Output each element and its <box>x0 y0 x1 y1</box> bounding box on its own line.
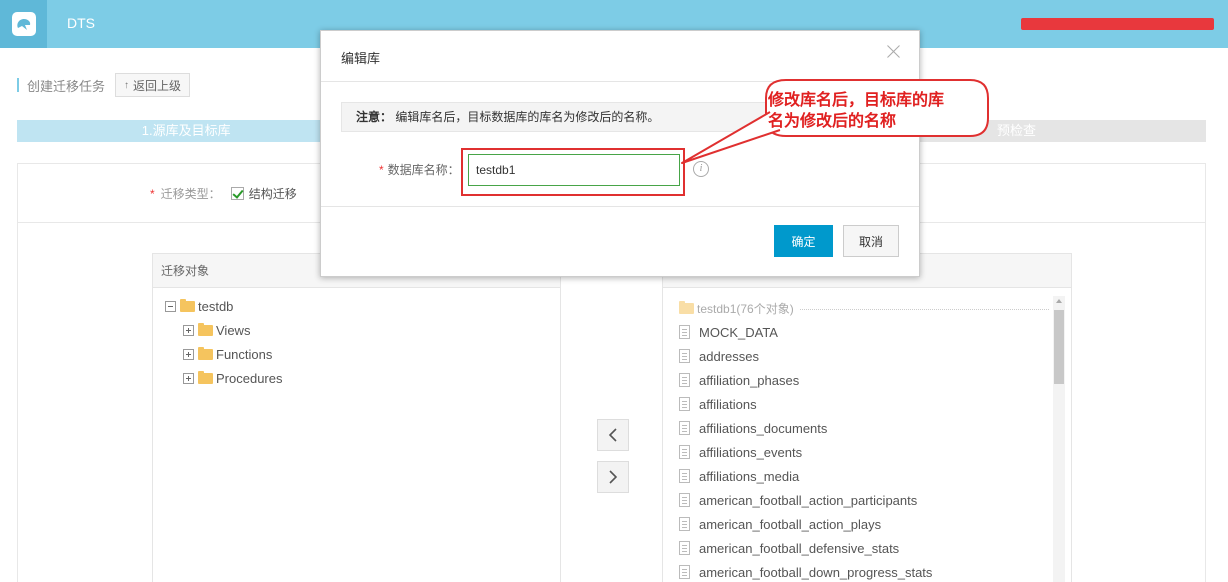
list-item[interactable]: american_football_defensive_stats <box>679 536 1049 560</box>
list-item[interactable]: affiliation_phases <box>679 368 1049 392</box>
tree-node-label: Procedures <box>216 370 283 386</box>
list-item[interactable]: affiliations_media <box>679 464 1049 488</box>
migration-objects-panel: 迁移对象 testdb Views Functions Procedures <box>152 253 561 582</box>
collapse-icon[interactable] <box>165 300 176 312</box>
migration-type-label: 迁移类型： <box>160 187 221 201</box>
table-icon <box>679 517 690 531</box>
folder-icon <box>198 346 213 360</box>
table-icon <box>679 397 690 411</box>
table-icon <box>679 373 690 387</box>
chevron-left-icon <box>608 428 617 442</box>
cancel-button[interactable]: 取消 <box>843 225 899 257</box>
table-icon <box>679 421 690 435</box>
table-icon <box>679 349 690 363</box>
user-account-redacted[interactable] <box>1021 18 1214 30</box>
move-left-button[interactable] <box>597 419 629 451</box>
folder-icon <box>198 322 213 336</box>
title-accent-bar <box>17 78 19 92</box>
notice-text: 编辑库名后，目标数据库的库名为修改后的名称。 <box>395 110 660 124</box>
expand-icon[interactable] <box>183 372 194 384</box>
up-arrow-icon: ↑ <box>124 79 130 91</box>
scroll-up-icon[interactable] <box>1056 299 1062 303</box>
tree-node-views[interactable]: Views <box>165 318 560 342</box>
tree-node-functions[interactable]: Functions <box>165 342 560 366</box>
table-icon <box>679 493 690 507</box>
selected-objects-panel: testdb1(76个对象) MOCK_DATA addresses affil… <box>662 253 1072 582</box>
migration-type-row: * 迁移类型： 结构迁移 <box>150 185 297 202</box>
list-item[interactable]: affiliations_events <box>679 440 1049 464</box>
table-icon <box>679 445 690 459</box>
edit-database-dialog: 编辑库 注意： 编辑库名后，目标数据库的库名为修改后的名称。 *数据库名称： i… <box>320 30 920 277</box>
chevron-right-icon <box>609 470 618 484</box>
scroll-thumb[interactable] <box>1054 310 1064 384</box>
selected-objects-list: testdb1(76个对象) MOCK_DATA addresses affil… <box>679 296 1049 582</box>
back-button[interactable]: ↑ 返回上级 <box>115 73 191 97</box>
list-item[interactable]: affiliations <box>679 392 1049 416</box>
list-item[interactable]: american_football_action_participants <box>679 488 1049 512</box>
annotation-line-2: 名为修改后的名称 <box>768 113 897 130</box>
required-mark: * <box>379 163 384 177</box>
object-tree: testdb Views Functions Procedures <box>153 288 560 390</box>
table-icon <box>679 325 690 339</box>
annotation-text: 修改库名后，目标库的库 名为修改后的名称 <box>768 90 978 132</box>
folder-icon <box>180 298 195 312</box>
logo[interactable] <box>0 0 47 48</box>
dialog-title: 编辑库 <box>341 51 381 66</box>
tree-node-label: testdb <box>198 298 234 314</box>
selected-db-label: testdb1(76个对象) <box>697 301 794 316</box>
annotation-line-1: 修改库名后，目标库的库 <box>768 92 945 109</box>
step-precheck-label: 预检查 <box>996 123 1036 138</box>
page-header: 创建迁移任务 ↑ 返回上级 <box>17 72 191 98</box>
database-name-input[interactable] <box>468 154 680 186</box>
tree-node-procedures[interactable]: Procedures <box>165 366 560 390</box>
list-scrollbar[interactable] <box>1053 296 1065 582</box>
page-title: 创建迁移任务 <box>27 78 106 94</box>
back-button-label: 返回上级 <box>133 78 182 93</box>
tree-node-testdb[interactable]: testdb <box>165 294 560 318</box>
selected-db-node[interactable]: testdb1(76个对象) <box>679 296 1049 320</box>
tree-node-label: Functions <box>216 346 273 362</box>
table-icon <box>679 469 690 483</box>
required-mark: * <box>150 186 155 201</box>
database-name-label: * 数据库名称： <box>379 163 460 177</box>
step-source-target: 1.源库及目标库 <box>17 120 356 142</box>
structure-migration-label[interactable]: 结构迁移 <box>249 185 297 202</box>
table-icon <box>679 565 690 579</box>
folder-icon <box>198 370 213 384</box>
folder-icon <box>679 300 694 314</box>
list-item[interactable]: american_football_action_plays <box>679 512 1049 536</box>
table-icon <box>679 541 690 555</box>
list-item[interactable]: american_football_down_progress_stats <box>679 560 1049 582</box>
info-icon[interactable]: i <box>693 161 709 177</box>
list-item[interactable]: addresses <box>679 344 1049 368</box>
close-icon[interactable] <box>887 44 901 58</box>
expand-icon[interactable] <box>183 324 194 336</box>
confirm-button[interactable]: 确定 <box>774 225 833 257</box>
notice-label: 注意： <box>356 110 393 124</box>
list-item[interactable]: MOCK_DATA <box>679 320 1049 344</box>
cloud-logo-icon <box>11 12 36 36</box>
tree-node-label: Views <box>216 322 251 338</box>
expand-icon[interactable] <box>183 348 194 360</box>
list-item[interactable]: affiliations_documents <box>679 416 1049 440</box>
structure-migration-checkbox[interactable] <box>230 187 244 200</box>
app-name[interactable]: DTS <box>67 15 95 31</box>
move-right-button[interactable] <box>597 461 629 493</box>
